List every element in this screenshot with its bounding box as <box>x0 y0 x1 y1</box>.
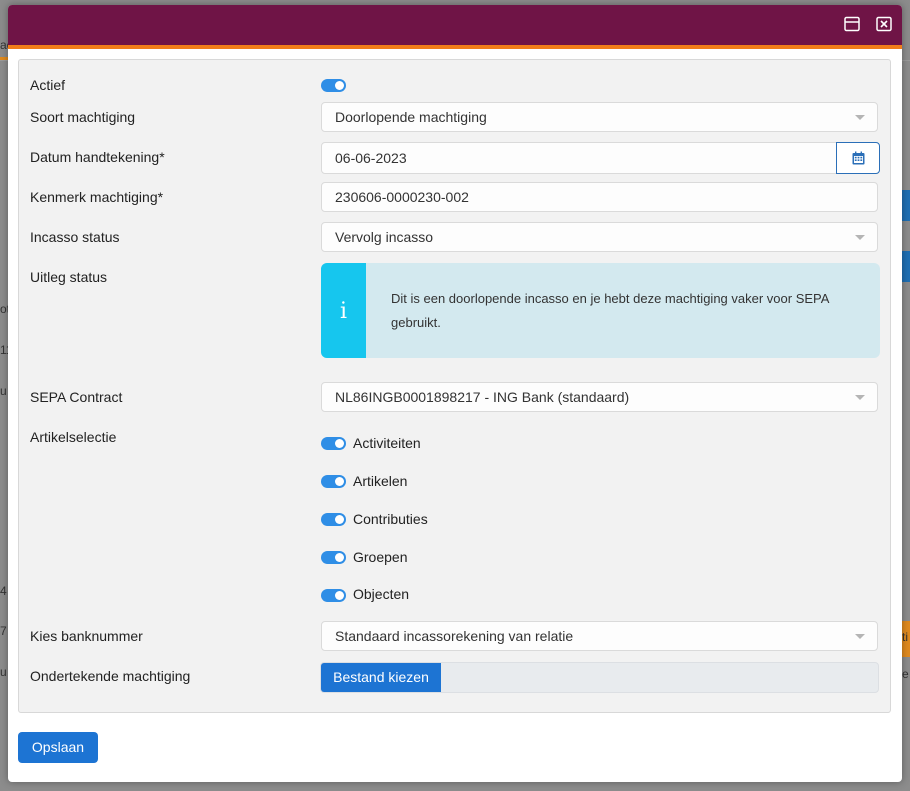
kenmerk-machtiging-input[interactable]: 230606-0000230-002 <box>321 182 878 212</box>
incasso-status-value: Vervolg incasso <box>335 229 434 245</box>
choose-file-button[interactable]: Bestand kiezen <box>321 663 441 692</box>
sepa-contract-label: SEPA Contract <box>30 389 123 405</box>
actief-toggle[interactable] <box>321 79 346 92</box>
sepa-contract-value: NL86INGB0001898217 - ING Bank (standaard… <box>335 389 630 405</box>
kenmerk-machtiging-value: 230606-0000230-002 <box>335 189 469 205</box>
bg-fragment: 4 <box>0 584 7 598</box>
artikelselectie-label: Artikelselectie <box>30 429 117 445</box>
sepa-contract-select[interactable]: NL86INGB0001898217 - ING Bank (standaard… <box>321 382 878 412</box>
datum-handtekening-value: 06-06-2023 <box>335 150 407 166</box>
bg-fragment: 7 <box>0 624 7 638</box>
form-panel: Actief Soort machtiging Doorlopende mach… <box>18 59 891 713</box>
soort-machtiging-value: Doorlopende machtiging <box>335 109 487 125</box>
groepen-toggle[interactable] <box>321 551 346 564</box>
modal-header <box>8 5 902 49</box>
objecten-label: Objecten <box>353 586 410 602</box>
file-input[interactable]: Bestand kiezen <box>320 662 879 693</box>
activiteiten-label: Activiteiten <box>353 435 421 451</box>
artikelen-label: Artikelen <box>353 473 408 489</box>
incasso-status-select[interactable]: Vervolg incasso <box>321 222 878 252</box>
chevron-down-icon <box>855 634 865 639</box>
bg-fragment: u <box>0 384 7 398</box>
soort-machtiging-select[interactable]: Doorlopende machtiging <box>321 102 878 132</box>
bg-fragment: e <box>902 667 909 681</box>
uitleg-status-label: Uitleg status <box>30 269 108 285</box>
artikelen-toggle[interactable] <box>321 475 346 488</box>
kies-banknummer-value: Standaard incassorekening van relatie <box>335 628 574 644</box>
actief-label: Actief <box>30 77 66 93</box>
close-icon[interactable] <box>876 16 892 32</box>
chevron-down-icon <box>855 235 865 240</box>
contributies-label: Contributies <box>353 511 428 527</box>
chevron-down-icon <box>855 395 865 400</box>
calendar-button[interactable] <box>836 142 880 174</box>
uitleg-status-alert: i Dit is een doorlopende incasso en je h… <box>321 263 880 358</box>
kenmerk-machtiging-label: Kenmerk machtiging* <box>30 189 164 205</box>
objecten-toggle[interactable] <box>321 589 346 602</box>
bg-fragment: u <box>0 665 7 679</box>
kies-banknummer-select[interactable]: Standaard incassorekening van relatie <box>321 621 878 651</box>
soort-machtiging-label: Soort machtiging <box>30 109 136 125</box>
kies-banknummer-label: Kies banknummer <box>30 628 143 644</box>
info-icon: i <box>339 299 348 324</box>
ondertekende-machtiging-label: Ondertekende machtiging <box>30 668 191 684</box>
calendar-icon <box>852 151 865 170</box>
datum-handtekening-input[interactable]: 06-06-2023 <box>321 142 838 174</box>
bg-fragment: ti <box>902 630 908 644</box>
chevron-down-icon <box>855 115 865 120</box>
uitleg-status-text: Dit is een doorlopende incasso en je heb… <box>391 291 829 330</box>
machtiging-modal: Actief Soort machtiging Doorlopende mach… <box>8 5 902 782</box>
incasso-status-label: Incasso status <box>30 229 120 245</box>
window-maximize-icon[interactable] <box>844 16 860 32</box>
groepen-label: Groepen <box>353 549 408 565</box>
contributies-toggle[interactable] <box>321 513 346 526</box>
activiteiten-toggle[interactable] <box>321 437 346 450</box>
save-button[interactable]: Opslaan <box>18 732 98 763</box>
info-stripe: i <box>321 263 366 358</box>
datum-handtekening-label: Datum handtekening* <box>30 149 165 165</box>
